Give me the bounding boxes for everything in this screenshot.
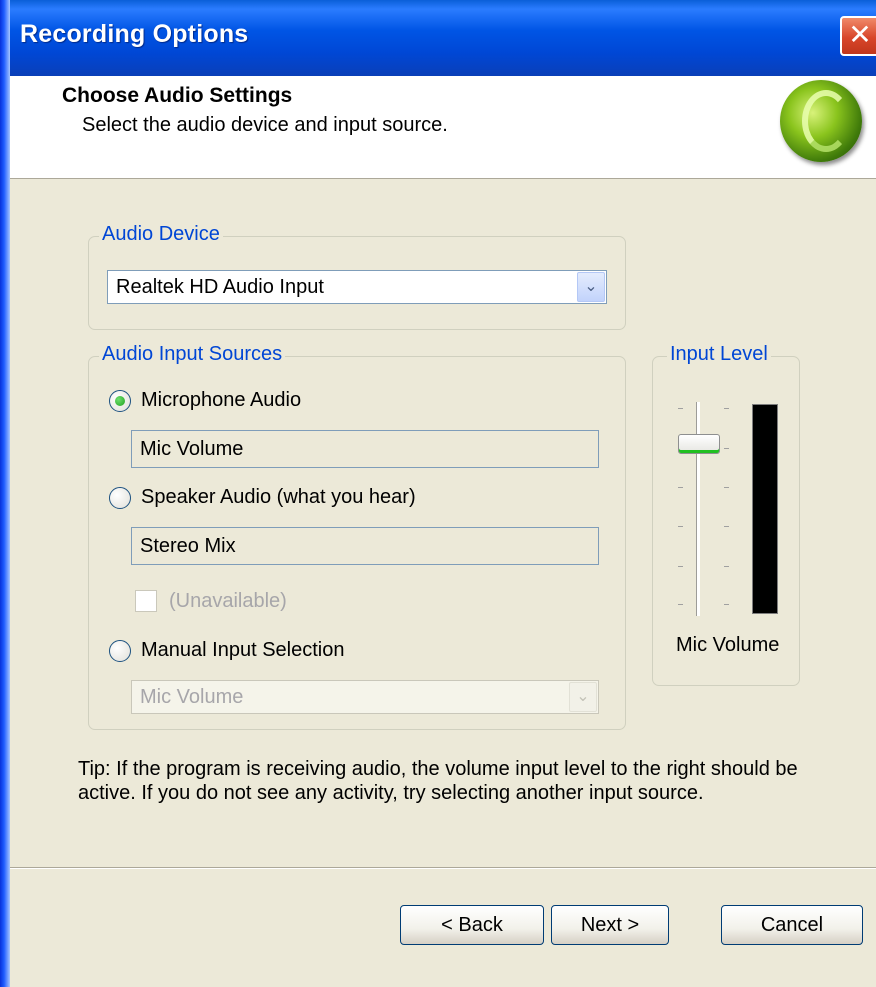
window-title: Recording Options	[20, 20, 249, 48]
input-level-caption: Mic Volume	[676, 634, 780, 656]
microphone-line-value: Mic Volume	[140, 438, 244, 460]
speaker-line-value: Stereo Mix	[140, 535, 236, 557]
slider-tick	[724, 604, 729, 605]
audio-device-selected-value: Realtek HD Audio Input	[116, 276, 324, 298]
unavailable-checkbox-label: (Unavailable)	[169, 590, 287, 612]
manual-input-selection-label[interactable]: Manual Input Selection	[141, 639, 344, 662]
chevron-down-icon: ⌄	[569, 682, 597, 712]
microphone-audio-radio[interactable]	[109, 390, 131, 412]
window-left-border	[0, 0, 10, 987]
manual-input-selection-radio[interactable]	[109, 640, 131, 662]
speaker-audio-radio[interactable]	[109, 487, 131, 509]
wizard-header: Choose Audio Settings Select the audio d…	[10, 76, 876, 179]
audio-input-sources-legend: Audio Input Sources	[99, 343, 286, 366]
speaker-audio-label[interactable]: Speaker Audio (what you hear)	[141, 486, 416, 509]
cancel-button[interactable]: Cancel	[721, 905, 863, 945]
manual-input-select[interactable]: Mic Volume ⌄	[131, 680, 599, 714]
mic-volume-slider-thumb[interactable]	[678, 434, 720, 454]
audio-device-select[interactable]: Realtek HD Audio Input ⌄	[107, 270, 607, 304]
manual-input-selected-value: Mic Volume	[140, 686, 244, 708]
logo-highlight	[802, 90, 850, 152]
page-subtitle: Select the audio device and input source…	[82, 114, 448, 136]
unavailable-checkbox[interactable]	[135, 590, 157, 612]
slider-tick	[724, 408, 729, 409]
audio-input-sources-group: Audio Input Sources Microphone Audio Mic…	[88, 343, 626, 730]
green-sphere-logo-icon	[780, 80, 862, 162]
microphone-line-field: Mic Volume	[131, 430, 599, 468]
audio-device-legend: Audio Device	[99, 223, 223, 246]
back-button[interactable]: < Back	[400, 905, 544, 945]
slider-tick	[678, 408, 683, 409]
title-bar[interactable]: Recording Options ✕	[10, 0, 876, 76]
slider-tick	[678, 604, 683, 605]
speaker-line-field: Stereo Mix	[131, 527, 599, 565]
slider-tick	[724, 526, 729, 527]
next-button[interactable]: Next >	[551, 905, 669, 945]
slider-tick	[678, 526, 683, 527]
chevron-down-icon[interactable]: ⌄	[577, 272, 605, 302]
slider-tick	[724, 487, 729, 488]
page-title: Choose Audio Settings	[62, 84, 293, 107]
slider-tick	[724, 566, 729, 567]
input-level-legend: Input Level	[667, 343, 771, 366]
input-level-meter	[752, 404, 778, 614]
slider-tick	[678, 566, 683, 567]
recording-options-window: Recording Options ✕ Choose Audio Setting…	[0, 0, 876, 987]
slider-tick	[724, 448, 729, 449]
close-icon: ✕	[848, 19, 872, 50]
microphone-audio-label[interactable]: Microphone Audio	[141, 389, 301, 412]
audio-device-group: Audio Device Realtek HD Audio Input ⌄	[88, 223, 626, 330]
close-button[interactable]: ✕	[840, 16, 876, 56]
tip-text: Tip: If the program is receiving audio, …	[78, 758, 798, 804]
button-separator	[10, 867, 876, 869]
slider-tick	[678, 487, 683, 488]
